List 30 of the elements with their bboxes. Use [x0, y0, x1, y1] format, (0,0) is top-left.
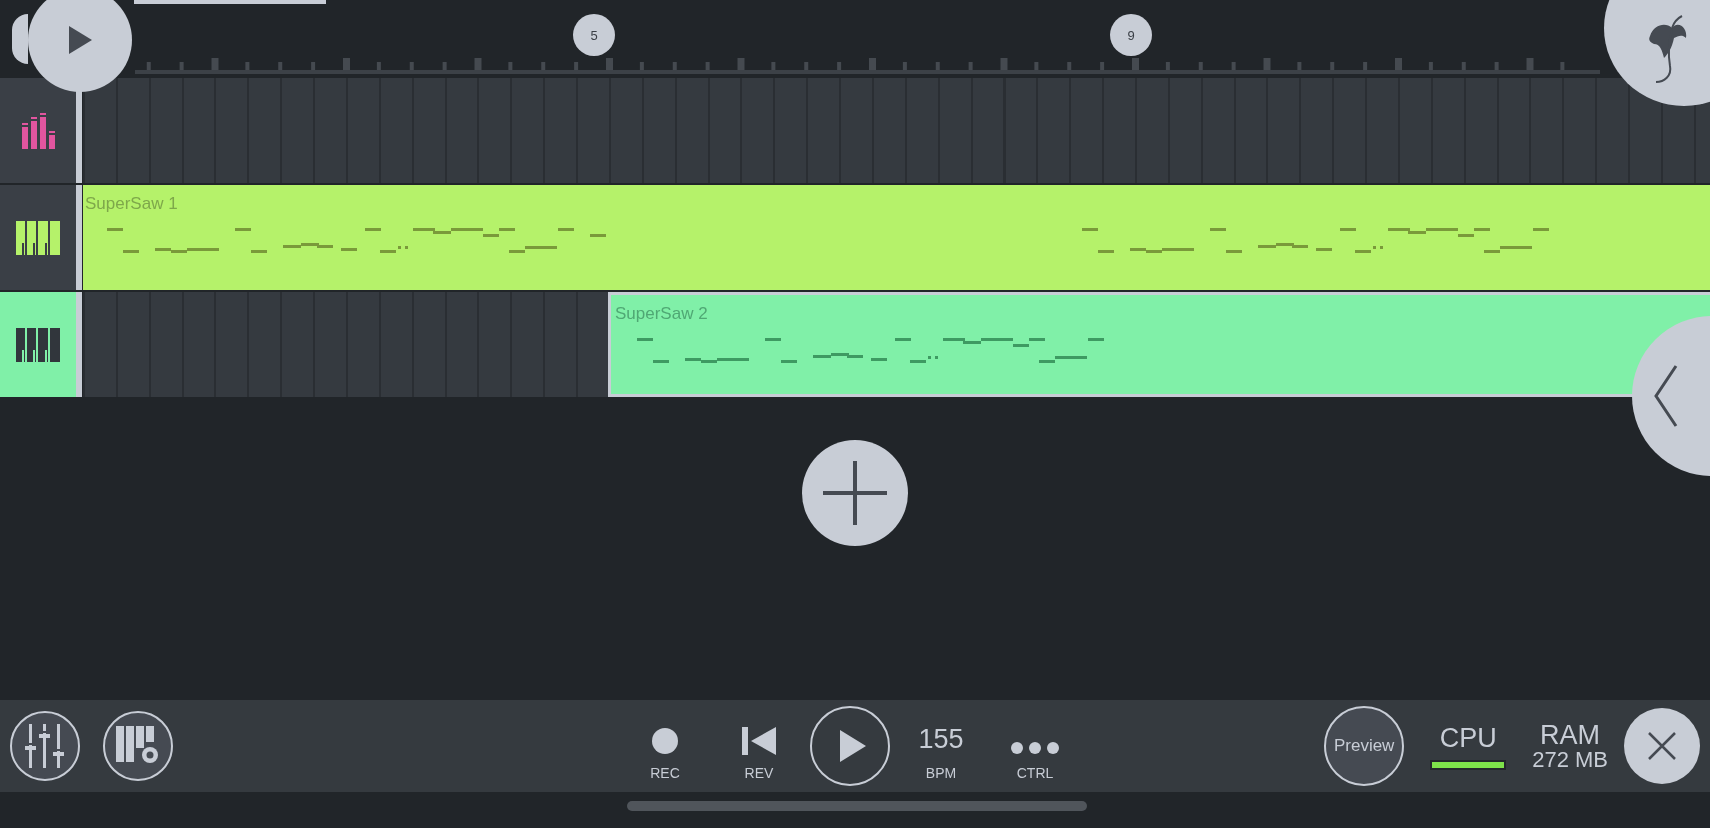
- piano-keys-icon: [16, 327, 60, 362]
- plus-icon: [823, 461, 887, 525]
- cpu-label: CPU: [1439, 722, 1497, 754]
- play-icon: [839, 730, 867, 762]
- bar-marker[interactable]: 9: [1110, 14, 1152, 56]
- track-header[interactable]: [0, 78, 76, 183]
- ram-value: 272 MB: [1532, 748, 1608, 771]
- bar-marker[interactable]: 5: [573, 14, 615, 56]
- bar-chart-icon: [20, 112, 56, 149]
- track-header[interactable]: [0, 292, 76, 397]
- track-header[interactable]: [0, 185, 76, 290]
- skip-back-icon: [742, 727, 776, 755]
- ram-label: RAM: [1540, 721, 1601, 749]
- record-button[interactable]: REC: [618, 711, 712, 781]
- play-button[interactable]: [810, 706, 890, 786]
- controls-button[interactable]: CTRL: [988, 711, 1082, 781]
- rewind-button[interactable]: REV: [712, 711, 806, 781]
- preview-button[interactable]: Preview: [1324, 706, 1405, 786]
- play-button[interactable]: [28, 0, 132, 92]
- piano-keys-icon: [16, 220, 60, 255]
- play-icon: [67, 25, 93, 55]
- sliders-icon: [24, 724, 66, 768]
- record-icon: [651, 727, 679, 755]
- close-icon: [1648, 732, 1676, 760]
- piano-gear-icon: [116, 726, 160, 766]
- clip-name: SuperSaw 2: [615, 304, 708, 324]
- clip-name: SuperSaw 1: [85, 194, 178, 214]
- chevron-left-icon: [1654, 365, 1678, 427]
- more-dots-icon: [1010, 741, 1060, 755]
- tempo-button[interactable]: 155 BPM: [894, 711, 988, 781]
